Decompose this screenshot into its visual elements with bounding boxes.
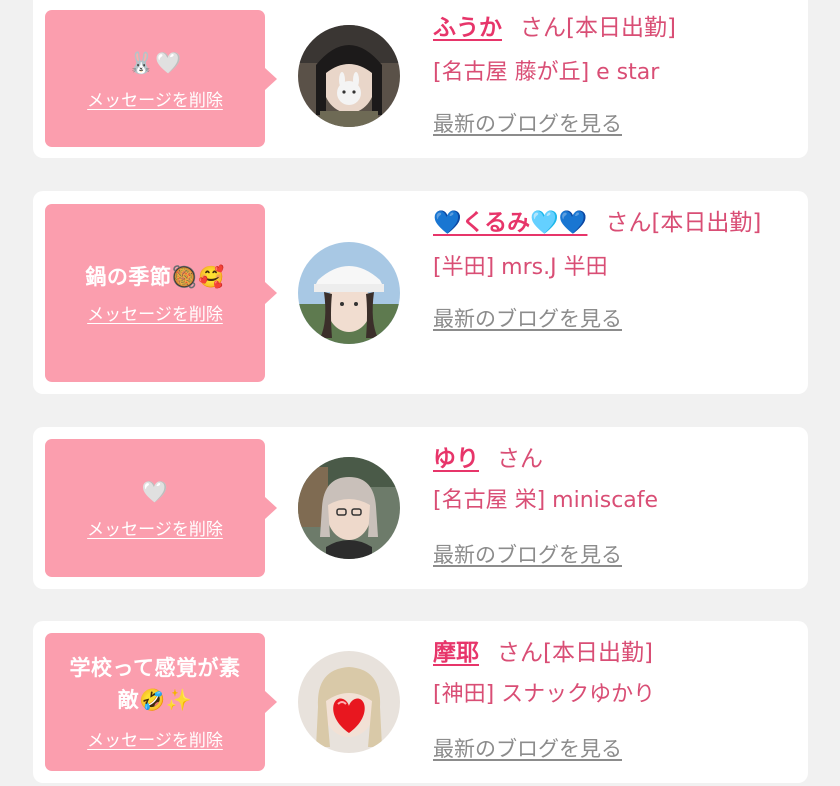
shop-name: [神田] スナックゆかり: [433, 682, 656, 707]
sender-info: ゆり さん [名古屋 栄] miniscafe 最新のブログを見る: [433, 439, 788, 570]
latest-blog-link[interactable]: 最新のブログを見る: [433, 304, 622, 334]
avatar[interactable]: [298, 242, 400, 344]
delete-message-link[interactable]: メッセージを削除: [87, 519, 223, 541]
avatar[interactable]: [298, 651, 400, 753]
message-card: 鍋の季節🥘🥰 メッセージを削除 💙くるみ🩵💙 さん[本日出勤] [半田] mrs.…: [33, 191, 808, 394]
latest-blog-link[interactable]: 最新のブログを見る: [433, 734, 622, 764]
sender-name-line: 摩耶 さん[本日出勤]: [433, 633, 788, 673]
delete-message-link[interactable]: メッセージを削除: [87, 304, 223, 326]
shop-name: [名古屋 藤が丘] e star: [433, 60, 660, 85]
sender-status: さん[本日出勤]: [520, 15, 676, 41]
delete-message-link[interactable]: メッセージを削除: [87, 90, 223, 112]
sender-name-line: 💙くるみ🩵💙 さん[本日出勤]: [433, 203, 788, 243]
sender-name-line: ふうか さん[本日出勤]: [433, 8, 788, 48]
message-bubble: 🤍 メッセージを削除: [45, 439, 277, 577]
sender-name-link[interactable]: 摩耶: [433, 640, 479, 666]
latest-blog-link[interactable]: 最新のブログを見る: [433, 540, 622, 570]
sender-info: 摩耶 さん[本日出勤] [神田] スナックゆかり 最新のブログを見る: [433, 633, 788, 764]
sender-name-link[interactable]: ふうか: [433, 15, 502, 41]
latest-blog-link[interactable]: 最新のブログを見る: [433, 109, 622, 139]
sender-name-link[interactable]: ゆり: [433, 446, 479, 472]
message-text: 学校って感覚が素敵🤣✨: [69, 656, 241, 712]
shop-name: [名古屋 栄] miniscafe: [433, 488, 659, 513]
sender-status: さん: [497, 446, 543, 472]
avatar[interactable]: [298, 457, 400, 559]
avatar[interactable]: [298, 25, 400, 127]
sender-status: さん[本日出勤]: [605, 210, 762, 236]
message-card: 🐰🤍 メッセージを削除 ふうか さん[本日出勤] [名古屋 藤が丘] e star: [33, 0, 808, 158]
sender-name-line: ゆり さん: [433, 439, 788, 479]
message-card: 学校って感覚が素敵🤣✨ メッセージを削除 摩耶 さん[本日出勤] [神田] スナッ…: [33, 621, 808, 783]
sender-info: ふうか さん[本日出勤] [名古屋 藤が丘] e star 最新のブログを見る: [433, 8, 788, 139]
message-bubble: 学校って感覚が素敵🤣✨ メッセージを削除: [45, 633, 277, 771]
message-bubble: 鍋の季節🥘🥰 メッセージを削除: [45, 204, 277, 382]
message-text: 🐰🤍: [128, 50, 182, 75]
delete-message-link[interactable]: メッセージを削除: [87, 730, 223, 752]
message-text: 鍋の季節🥘🥰: [85, 265, 225, 289]
shop-name: [半田] mrs.J 半田: [433, 255, 608, 280]
sender-status: さん[本日出勤]: [497, 640, 653, 666]
message-list: 🐰🤍 メッセージを削除 ふうか さん[本日出勤] [名古屋 藤が丘] e star: [0, 0, 840, 786]
message-card: 🤍 メッセージを削除 ゆり さん [名古屋 栄] miniscafe 最新のブログ…: [33, 427, 808, 589]
sender-name-link[interactable]: 💙くるみ🩵💙: [433, 210, 587, 236]
message-text: 🤍: [141, 480, 169, 504]
message-bubble: 🐰🤍 メッセージを削除: [45, 10, 277, 147]
sender-info: 💙くるみ🩵💙 さん[本日出勤] [半田] mrs.J 半田 最新のブログを見る: [433, 203, 788, 334]
